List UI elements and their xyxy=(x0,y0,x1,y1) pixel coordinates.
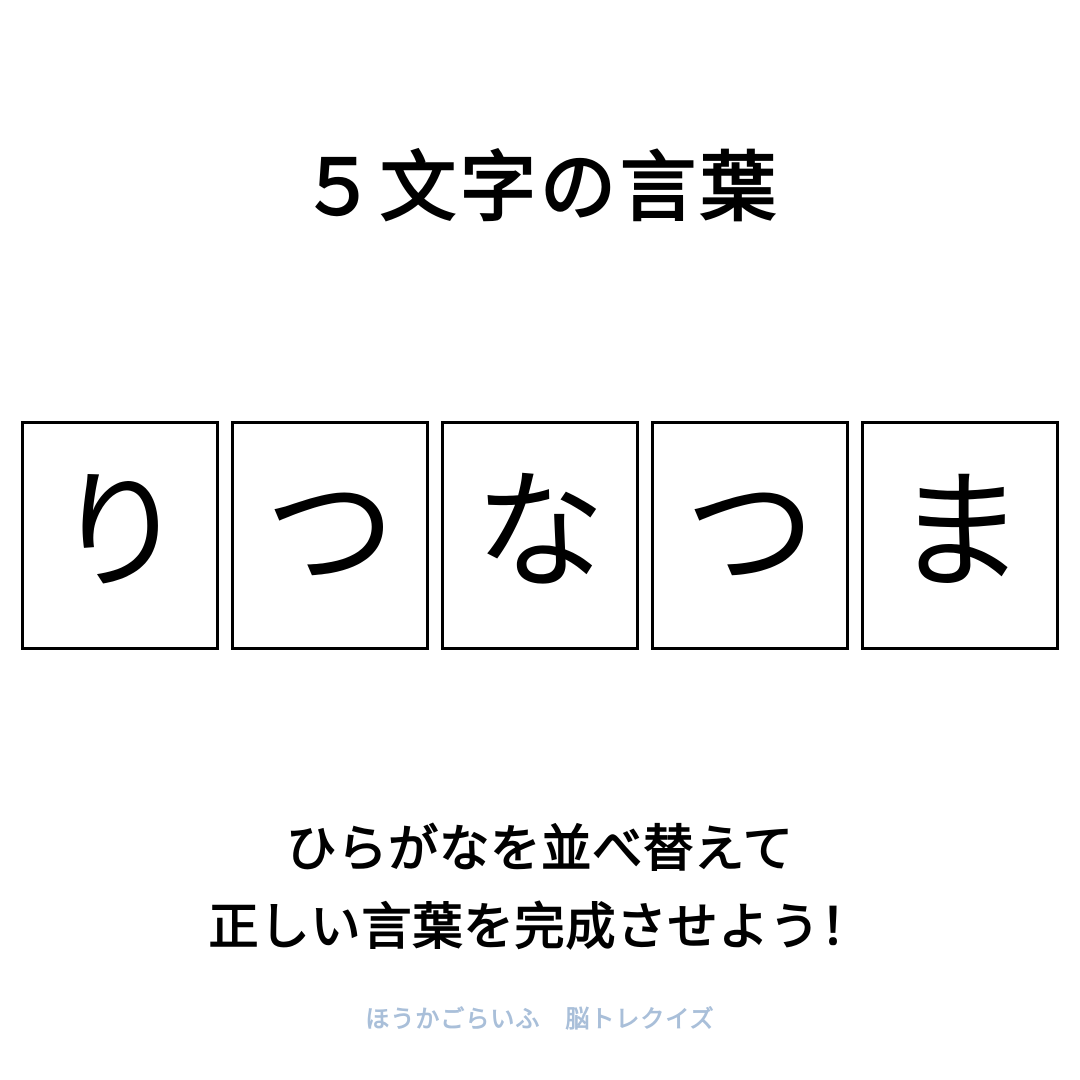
instructions-line-1: ひらがなを並べ替えて xyxy=(286,820,794,878)
letter-tile[interactable]: り xyxy=(21,421,219,650)
letter-tile-char: ま xyxy=(894,455,1025,608)
letter-tile[interactable]: つ xyxy=(231,421,429,650)
letter-tile[interactable]: な xyxy=(441,421,639,650)
instructions: ひらがなを並べ替えて 正しい言葉を完成させよう！ xyxy=(0,810,1080,966)
puzzle-title: ５文字の言葉 xyxy=(300,143,780,232)
letter-tiles: り つ な つ ま xyxy=(21,421,1059,650)
letter-tile[interactable]: つ xyxy=(651,421,849,650)
footer-credit: ほうかごらいふ 脳トレクイズ xyxy=(365,1005,715,1033)
letter-tile-char: り xyxy=(54,455,185,608)
letter-tile[interactable]: ま xyxy=(861,421,1059,650)
letter-tile-char: な xyxy=(474,455,605,608)
instructions-line-2: 正しい言葉を完成させよう！ xyxy=(208,898,872,956)
letter-tile-char: つ xyxy=(684,455,815,608)
letter-tile-char: つ xyxy=(264,455,395,608)
